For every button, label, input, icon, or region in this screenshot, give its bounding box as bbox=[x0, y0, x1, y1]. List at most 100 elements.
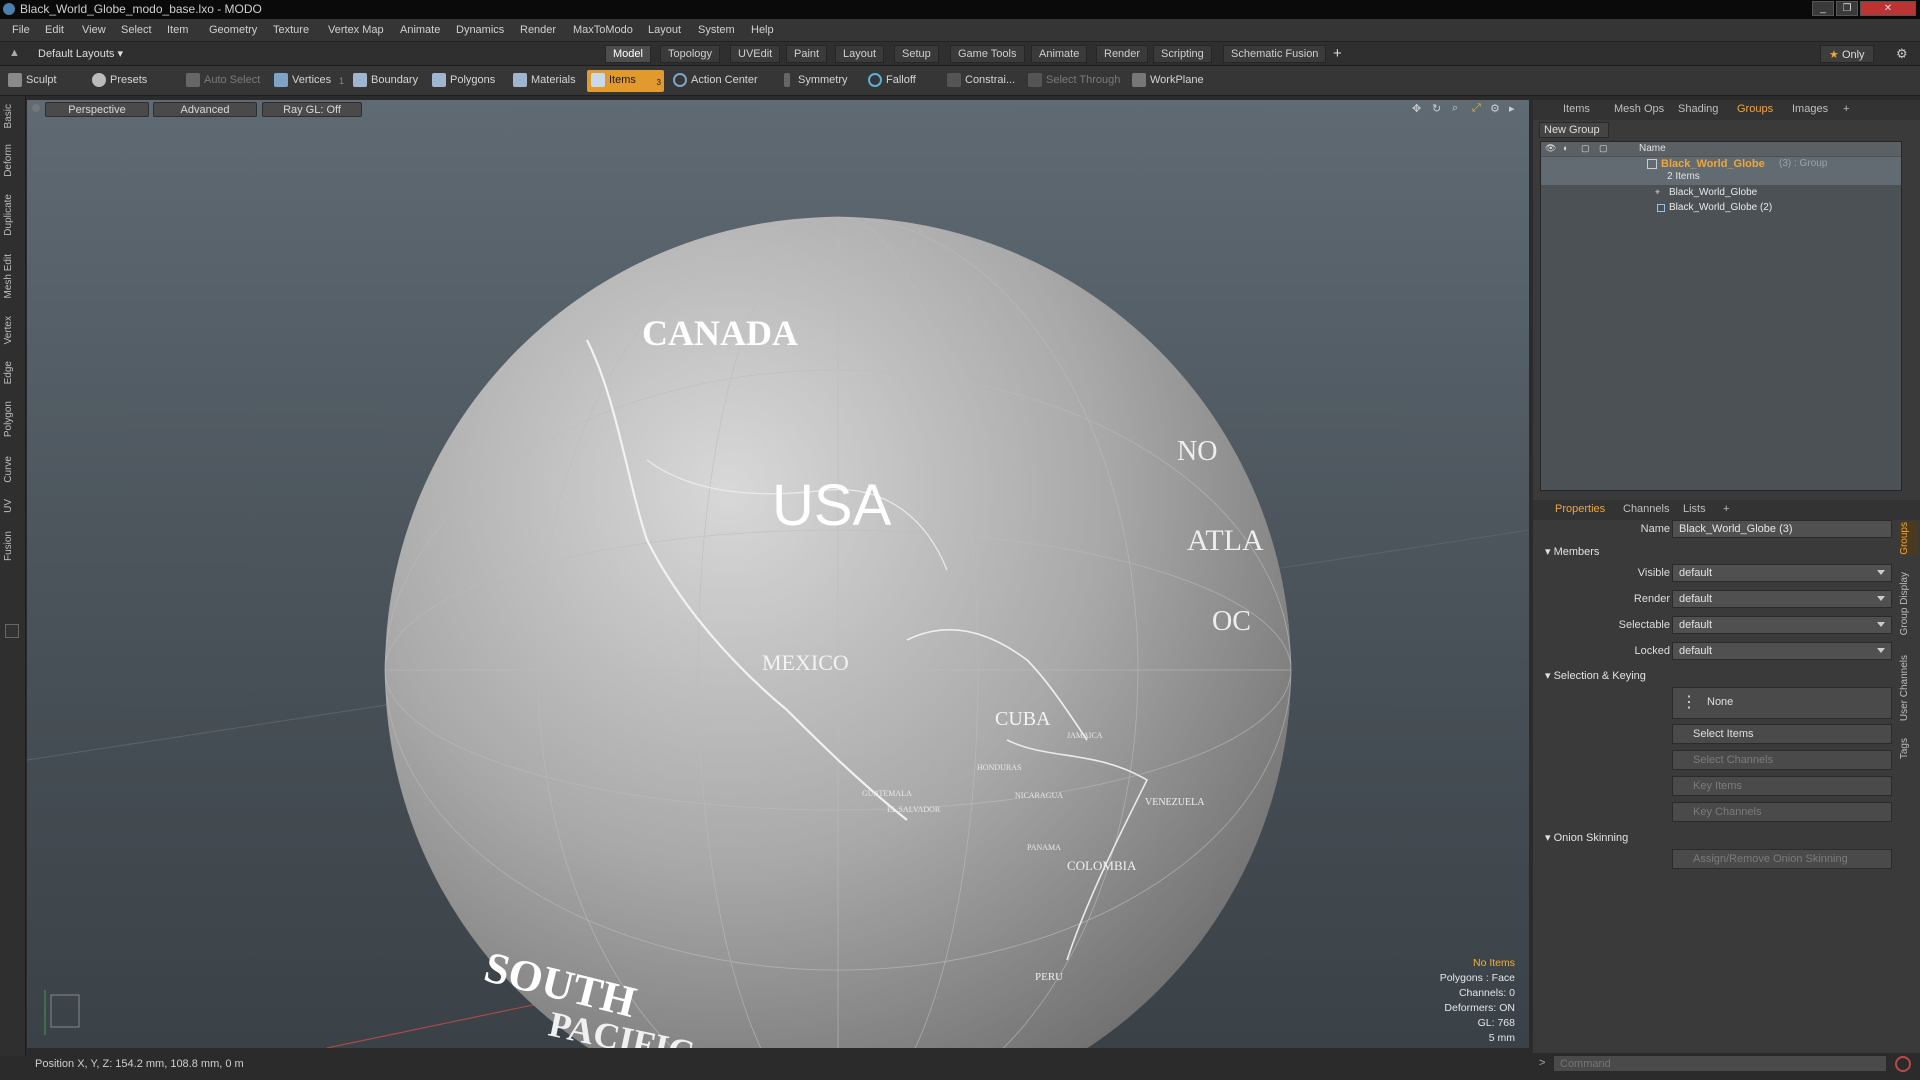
sculpt-button[interactable]: Sculpt bbox=[4, 70, 63, 92]
render-dropdown[interactable]: default bbox=[1672, 590, 1892, 608]
tab-basic[interactable]: Basic bbox=[3, 104, 21, 128]
select-lock-icon[interactable]: ▢ bbox=[1599, 143, 1608, 154]
add-panel-tab-icon[interactable]: + bbox=[1843, 103, 1849, 115]
menu-dynamics[interactable]: Dynamics bbox=[456, 24, 504, 36]
key-items-button[interactable]: Key Items bbox=[1672, 776, 1892, 796]
menu-layout[interactable]: Layout bbox=[648, 24, 681, 36]
symmetry-button[interactable]: Symmetry bbox=[776, 70, 854, 92]
fit-view-icon[interactable]: ⤢ bbox=[1472, 102, 1481, 115]
tab-topology[interactable]: Topology bbox=[660, 45, 721, 63]
tab-groups-side[interactable]: Groups bbox=[1899, 522, 1917, 555]
tab-lists[interactable]: Lists bbox=[1683, 503, 1706, 515]
lock-icon[interactable]: ▢ bbox=[1581, 143, 1590, 154]
tab-tags[interactable]: Tags bbox=[1899, 738, 1917, 759]
vertices-button[interactable]: Vertices bbox=[270, 70, 337, 92]
menu-edit[interactable]: Edit bbox=[45, 24, 64, 36]
menu-vertex-map[interactable]: Vertex Map bbox=[328, 24, 384, 36]
auto-select-button[interactable]: Auto Select bbox=[182, 70, 266, 92]
tab-deform[interactable]: Deform bbox=[3, 144, 21, 177]
select-items-button[interactable]: Select Items bbox=[1672, 724, 1892, 744]
tab-shading[interactable]: Shading bbox=[1678, 103, 1718, 115]
polygons-button[interactable]: Polygons bbox=[428, 70, 501, 92]
constraints-button[interactable]: Constrai... bbox=[943, 70, 1021, 92]
close-icon[interactable]: ✕ bbox=[1860, 1, 1916, 16]
tab-properties[interactable]: Properties bbox=[1555, 503, 1605, 515]
select-channels-button[interactable]: Select Channels bbox=[1672, 750, 1892, 770]
tab-edge[interactable]: Edge bbox=[3, 361, 21, 384]
tree-row-child-1[interactable]: ⌖ Black_World_Globe bbox=[1541, 186, 1901, 201]
move-view-icon[interactable]: ✥ bbox=[1412, 102, 1421, 115]
items-button[interactable]: Items 3 bbox=[587, 70, 664, 92]
viewport-expand-icon[interactable]: ▸ bbox=[1509, 102, 1515, 115]
layout-selector[interactable]: Default Layouts ▾ bbox=[38, 47, 123, 60]
panel-toggle-icon[interactable] bbox=[5, 624, 19, 638]
locked-dropdown[interactable]: default bbox=[1672, 642, 1892, 660]
tab-mesh-ops[interactable]: Mesh Ops bbox=[1614, 103, 1664, 115]
view-mode-button[interactable]: Perspective bbox=[45, 102, 149, 117]
tab-vertex[interactable]: Vertex bbox=[3, 316, 21, 344]
add-tab-icon[interactable]: + bbox=[1333, 45, 1342, 62]
menu-geometry[interactable]: Geometry bbox=[209, 24, 257, 36]
tab-model[interactable]: Model bbox=[605, 45, 651, 63]
menu-render[interactable]: Render bbox=[520, 24, 556, 36]
name-field[interactable]: Black_World_Globe (3) bbox=[1672, 520, 1892, 538]
visibility-eye-icon[interactable]: 👁 bbox=[1545, 143, 1556, 154]
menu-view[interactable]: View bbox=[82, 24, 106, 36]
tab-items[interactable]: Items bbox=[1563, 103, 1590, 115]
zoom-view-icon[interactable]: ⌕ bbox=[1452, 102, 1458, 115]
tab-paint[interactable]: Paint bbox=[786, 45, 828, 63]
tab-fusion[interactable]: Fusion bbox=[3, 531, 21, 561]
key-channels-button[interactable]: Key Channels bbox=[1672, 802, 1892, 822]
menu-animate[interactable]: Animate bbox=[400, 24, 440, 36]
tab-images[interactable]: Images bbox=[1792, 103, 1828, 115]
select-through-button[interactable]: Select Through bbox=[1024, 70, 1126, 92]
tab-scripting[interactable]: Scripting bbox=[1153, 45, 1212, 63]
render-icon[interactable]: ◐ bbox=[1563, 143, 1568, 153]
minimize-icon[interactable]: _ bbox=[1812, 1, 1834, 16]
add-properties-tab-icon[interactable]: + bbox=[1723, 503, 1729, 515]
tab-mesh-edit[interactable]: Mesh Edit bbox=[3, 254, 21, 298]
viewport-menu-icon[interactable] bbox=[32, 104, 40, 112]
menu-system[interactable]: System bbox=[698, 24, 735, 36]
tree-row-child-2[interactable]: Black_World_Globe (2) bbox=[1541, 201, 1901, 216]
workplane-button[interactable]: WorkPlane bbox=[1128, 70, 1210, 92]
menu-maxtomodo[interactable]: MaxToModo bbox=[573, 24, 633, 36]
new-group-button[interactable]: New Group bbox=[1539, 122, 1609, 138]
onion-skinning-section[interactable]: ▾ Onion Skinning bbox=[1545, 831, 1628, 844]
layout-arrow-icon[interactable]: ▲ bbox=[9, 47, 20, 59]
tab-render[interactable]: Render bbox=[1096, 45, 1149, 63]
presets-button[interactable]: Presets bbox=[88, 70, 153, 92]
menu-texture[interactable]: Texture bbox=[273, 24, 309, 36]
command-input[interactable] bbox=[1553, 1055, 1887, 1072]
visible-dropdown[interactable]: default bbox=[1672, 564, 1892, 582]
maximize-icon[interactable]: ❐ bbox=[1836, 1, 1858, 16]
tab-setup[interactable]: Setup bbox=[894, 45, 939, 63]
selection-set-button[interactable]: ⋮ None bbox=[1672, 687, 1892, 719]
assign-onion-button[interactable]: Assign/Remove Onion Skinning bbox=[1672, 849, 1892, 869]
tab-game-tools[interactable]: Game Tools bbox=[950, 45, 1025, 63]
tree-row-group[interactable]: Black_World_Globe (3) : Group 2 Items bbox=[1541, 157, 1901, 185]
tab-uv[interactable]: UV bbox=[3, 499, 21, 513]
selection-keying-section[interactable]: ▾ Selection & Keying bbox=[1545, 669, 1646, 682]
falloff-button[interactable]: Falloff bbox=[864, 70, 922, 92]
action-center-button[interactable]: Action Center bbox=[669, 70, 764, 92]
command-history-icon[interactable] bbox=[1895, 1056, 1911, 1072]
tab-group-display[interactable]: Group Display bbox=[1899, 572, 1917, 635]
menu-item[interactable]: Item bbox=[167, 24, 188, 36]
raygl-button[interactable]: Ray GL: Off bbox=[262, 102, 362, 117]
materials-button[interactable]: Materials bbox=[509, 70, 582, 92]
3d-viewport[interactable]: CANADA USA MEXICO CUBA JAMAICA HONDURAS … bbox=[27, 100, 1529, 1048]
tab-channels[interactable]: Channels bbox=[1623, 503, 1669, 515]
tab-layout[interactable]: Layout bbox=[835, 45, 885, 63]
rotate-view-icon[interactable]: ↻ bbox=[1432, 102, 1441, 115]
tab-duplicate[interactable]: Duplicate bbox=[3, 194, 21, 236]
tab-curve[interactable]: Curve bbox=[3, 456, 21, 483]
tab-schematic-fusion[interactable]: Schematic Fusion bbox=[1223, 45, 1327, 63]
viewport-settings-icon[interactable]: ⚙ bbox=[1490, 102, 1500, 115]
menu-file[interactable]: File bbox=[12, 24, 30, 36]
tab-groups[interactable]: Groups bbox=[1737, 103, 1773, 115]
shading-mode-button[interactable]: Advanced bbox=[153, 102, 257, 117]
members-section[interactable]: ▾ Members bbox=[1545, 545, 1599, 558]
boundary-button[interactable]: Boundary bbox=[349, 70, 424, 92]
only-toggle[interactable]: ★ Only bbox=[1820, 45, 1874, 63]
